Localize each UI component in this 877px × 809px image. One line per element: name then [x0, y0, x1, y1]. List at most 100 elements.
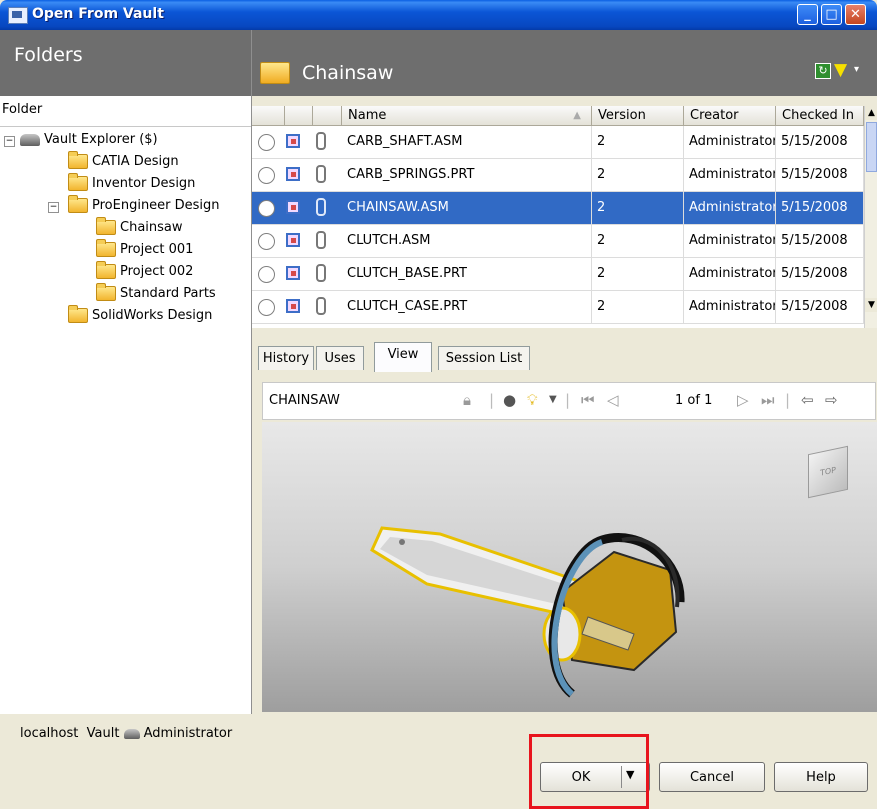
tab-history[interactable]: History	[258, 346, 314, 370]
folders-pane: Folders Folder − Vault Explorer ($) CATI…	[0, 30, 252, 714]
file-creator: Administrator	[684, 159, 776, 191]
attachment-icon	[316, 132, 326, 150]
title-bar[interactable]: Open From Vault _ □ ✕	[0, 0, 877, 30]
folder-icon	[68, 151, 88, 169]
file-name: CHAINSAW.ASM	[342, 192, 592, 224]
last-page-icon[interactable]: ⏭︎	[761, 391, 775, 409]
folder-icon	[96, 283, 116, 301]
filter-icon[interactable]: ▼	[834, 60, 847, 80]
status-server: localhost	[20, 726, 79, 741]
column-header-version[interactable]: Version	[592, 106, 684, 126]
file-version: 2	[592, 126, 684, 158]
part-file-icon	[286, 266, 300, 280]
folder-column-header[interactable]: Folder	[0, 96, 251, 127]
chevron-down-icon[interactable]: ▼	[549, 394, 557, 405]
table-row-selected[interactable]: CHAINSAW.ASM 2 Administrator 5/15/2008	[252, 192, 864, 225]
status-radio[interactable]	[258, 233, 275, 250]
file-name: CLUTCH_CASE.PRT	[342, 291, 592, 323]
file-name: CARB_SHAFT.ASM	[342, 126, 592, 158]
tab-view[interactable]: View	[374, 342, 432, 372]
vertical-scrollbar[interactable]: ▲ ▼	[864, 106, 877, 328]
tree-node-project-002[interactable]: Project 002	[96, 261, 193, 284]
sort-ascending-icon: ▲	[573, 110, 581, 121]
back-arrow-icon[interactable]: ⇦	[801, 391, 814, 409]
model-viewport[interactable]: TOP	[262, 422, 877, 712]
next-page-icon[interactable]: ▷	[737, 391, 749, 409]
assembly-file-icon	[286, 233, 300, 247]
file-version: 2	[592, 258, 684, 290]
tree-node-chainsaw[interactable]: Chainsaw	[96, 217, 183, 240]
status-radio[interactable]	[258, 299, 275, 316]
column-header-name[interactable]: Name ▲	[342, 106, 592, 126]
folder-icon	[96, 261, 116, 279]
tree-node-project-001[interactable]: Project 001	[96, 239, 194, 262]
scroll-down-icon[interactable]: ▼	[865, 298, 877, 312]
help-button[interactable]: Help	[774, 762, 868, 792]
file-version: 2	[592, 225, 684, 257]
tree-node-label: SolidWorks Design	[92, 308, 213, 323]
part-file-icon	[286, 299, 300, 313]
attachment-icon	[316, 264, 326, 282]
close-icon: ✕	[850, 7, 861, 22]
previous-page-icon[interactable]: ◁	[607, 391, 619, 409]
column-header-creator[interactable]: Creator	[684, 106, 776, 126]
column-header-status[interactable]	[252, 106, 285, 126]
chainsaw-bar-rivet	[399, 539, 405, 545]
lock-icon[interactable]: 🔒︎	[463, 391, 471, 409]
tree-node-label: Inventor Design	[92, 176, 196, 191]
files-pane: Chainsaw ↻ ▼ ▾ Name ▲ Version Creator Che…	[252, 30, 877, 714]
forward-arrow-icon[interactable]: ⇨	[825, 391, 838, 409]
maximize-button[interactable]: □	[821, 4, 842, 25]
file-creator: Administrator	[684, 126, 776, 158]
tab-uses[interactable]: Uses	[316, 346, 364, 370]
tree-node-label: Project 001	[120, 242, 194, 257]
collapse-icon[interactable]: −	[4, 136, 15, 147]
current-folder-title: Chainsaw	[302, 62, 394, 84]
chevron-down-icon[interactable]: ▾	[854, 64, 859, 75]
file-version: 2	[592, 192, 684, 224]
status-radio[interactable]	[258, 266, 275, 283]
table-row[interactable]: CLUTCH_CASE.PRT 2 Administrator 5/15/200…	[252, 291, 864, 324]
folder-icon	[96, 239, 116, 257]
column-header-type[interactable]	[285, 106, 313, 126]
window-title: Open From Vault	[32, 6, 164, 22]
close-button[interactable]: ✕	[845, 4, 866, 25]
column-header-label: Creator	[690, 108, 739, 123]
first-page-icon[interactable]: ⏮︎	[581, 391, 595, 409]
status-radio[interactable]	[258, 200, 275, 217]
magnifier-icon[interactable]: ●	[503, 391, 516, 409]
minimize-button[interactable]: _	[797, 4, 818, 25]
status-radio[interactable]	[258, 134, 275, 151]
vertical-scroll-thumb[interactable]	[866, 122, 877, 172]
status-radio[interactable]	[258, 167, 275, 184]
table-row[interactable]: CARB_SHAFT.ASM 2 Administrator 5/15/2008	[252, 126, 864, 159]
tab-session-list[interactable]: Session List	[438, 346, 530, 370]
folder-icon	[68, 195, 88, 213]
tree-node-catia-design[interactable]: CATIA Design	[68, 151, 179, 174]
tree-node-solidworks-design[interactable]: SolidWorks Design	[68, 305, 213, 328]
table-row[interactable]: CARB_SPRINGS.PRT 2 Administrator 5/15/20…	[252, 159, 864, 192]
collapse-icon[interactable]: −	[48, 202, 59, 213]
file-checked-in: 5/15/2008	[776, 291, 864, 323]
part-file-icon	[286, 167, 300, 181]
attachment-icon	[316, 297, 326, 315]
assembly-file-icon	[286, 200, 300, 214]
files-pane-header-top	[252, 30, 877, 50]
file-checked-in: 5/15/2008	[776, 159, 864, 191]
refresh-icon[interactable]: ↻	[815, 63, 831, 79]
scroll-up-icon[interactable]: ▲	[865, 106, 877, 120]
column-header-attachment[interactable]	[313, 106, 342, 126]
file-version: 2	[592, 159, 684, 191]
table-row[interactable]: CLUTCH.ASM 2 Administrator 5/15/2008	[252, 225, 864, 258]
column-header-checked-in[interactable]: Checked In	[776, 106, 864, 126]
cancel-button[interactable]: Cancel	[659, 762, 765, 792]
separator: |	[785, 391, 791, 409]
lightbulb-icon[interactable]: 💡︎	[527, 391, 538, 409]
folder-icon	[68, 173, 88, 191]
maximize-icon: □	[825, 7, 838, 22]
file-checked-in: 5/15/2008	[776, 225, 864, 257]
table-row[interactable]: CLUTCH_BASE.PRT 2 Administrator 5/15/200…	[252, 258, 864, 291]
tree-node-standard-parts[interactable]: Standard Parts	[96, 283, 216, 306]
vault-icon	[20, 133, 40, 146]
tree-node-inventor-design[interactable]: Inventor Design	[68, 173, 196, 196]
